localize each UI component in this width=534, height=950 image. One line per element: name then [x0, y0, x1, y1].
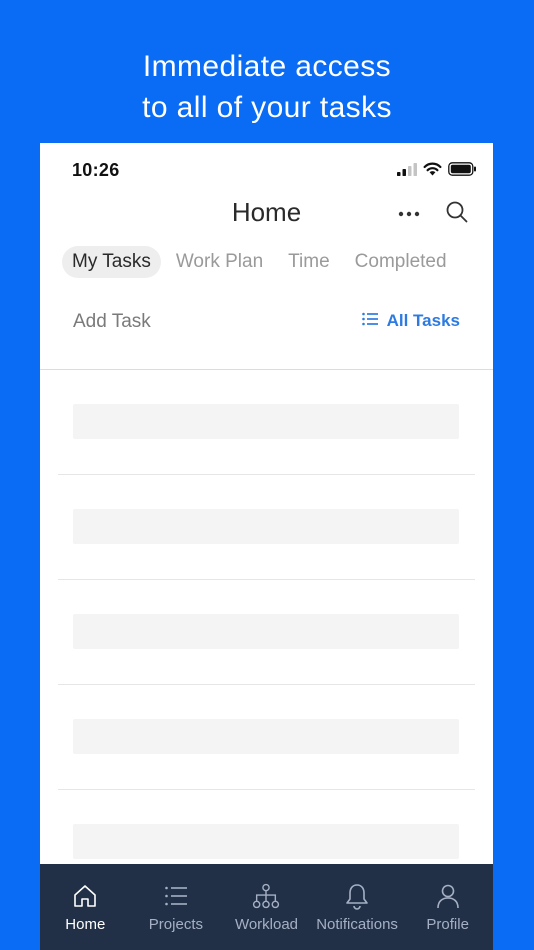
nav-bar: Home	[40, 191, 493, 235]
bottom-tab-home[interactable]: Home	[40, 864, 131, 950]
search-icon	[444, 201, 470, 229]
all-tasks-label: All Tasks	[386, 311, 460, 330]
search-button[interactable]	[444, 199, 470, 225]
bell-icon	[343, 882, 371, 910]
add-task-button[interactable]: Add Task	[73, 311, 151, 333]
phone-screen: 10:26 Home My Tasks Work Plan Time Compl…	[40, 143, 493, 950]
promo-line-2: to all of your tasks	[142, 91, 392, 124]
more-horizontal-icon	[398, 204, 420, 222]
wifi-icon	[423, 162, 442, 181]
skeleton-bar	[73, 614, 459, 649]
page-title: Home	[231, 197, 302, 227]
bottom-tab-label: Notifications	[316, 916, 398, 933]
home-icon	[71, 882, 99, 910]
bottom-tab-bar: Home Projects Workload Notifications Pro…	[40, 864, 493, 950]
task-placeholder-row	[40, 580, 493, 685]
action-row: Add Task All Tasks	[40, 303, 493, 339]
task-list	[40, 370, 493, 895]
list-icon	[361, 311, 379, 331]
promo-line-1: Immediate access	[142, 50, 392, 83]
bottom-tab-projects[interactable]: Projects	[131, 864, 222, 950]
list-icon	[162, 882, 190, 910]
bottom-tab-label: Home	[65, 916, 106, 933]
status-icons	[397, 162, 477, 181]
cellular-signal-icon	[397, 162, 417, 181]
skeleton-bar	[73, 719, 459, 754]
task-placeholder-row	[40, 475, 493, 580]
battery-icon	[448, 162, 477, 181]
promo-headline: Immediate access to all of your tasks	[0, 46, 534, 128]
status-time: 10:26	[72, 160, 120, 180]
bottom-tab-workload[interactable]: Workload	[221, 864, 312, 950]
skeleton-bar	[73, 824, 459, 859]
all-tasks-filter-button[interactable]: All Tasks	[361, 311, 460, 331]
skeleton-bar	[73, 404, 459, 439]
bottom-tab-label: Profile	[426, 916, 469, 933]
skeleton-bar	[73, 509, 459, 544]
person-icon	[434, 882, 462, 910]
hierarchy-icon	[252, 882, 280, 910]
task-placeholder-row	[40, 370, 493, 475]
more-button[interactable]	[396, 203, 422, 223]
tab-my-tasks[interactable]: My Tasks	[62, 246, 161, 278]
tab-time[interactable]: Time	[278, 246, 340, 278]
tab-work-plan[interactable]: Work Plan	[166, 246, 273, 278]
bottom-tab-notifications[interactable]: Notifications	[312, 864, 403, 950]
tab-completed[interactable]: Completed	[345, 246, 457, 278]
bottom-tab-label: Projects	[148, 916, 203, 933]
task-placeholder-row	[40, 685, 493, 790]
bottom-tab-label: Workload	[234, 916, 299, 933]
bottom-tab-profile[interactable]: Profile	[402, 864, 493, 950]
segment-tabs: My Tasks Work Plan Time Completed	[62, 245, 462, 279]
